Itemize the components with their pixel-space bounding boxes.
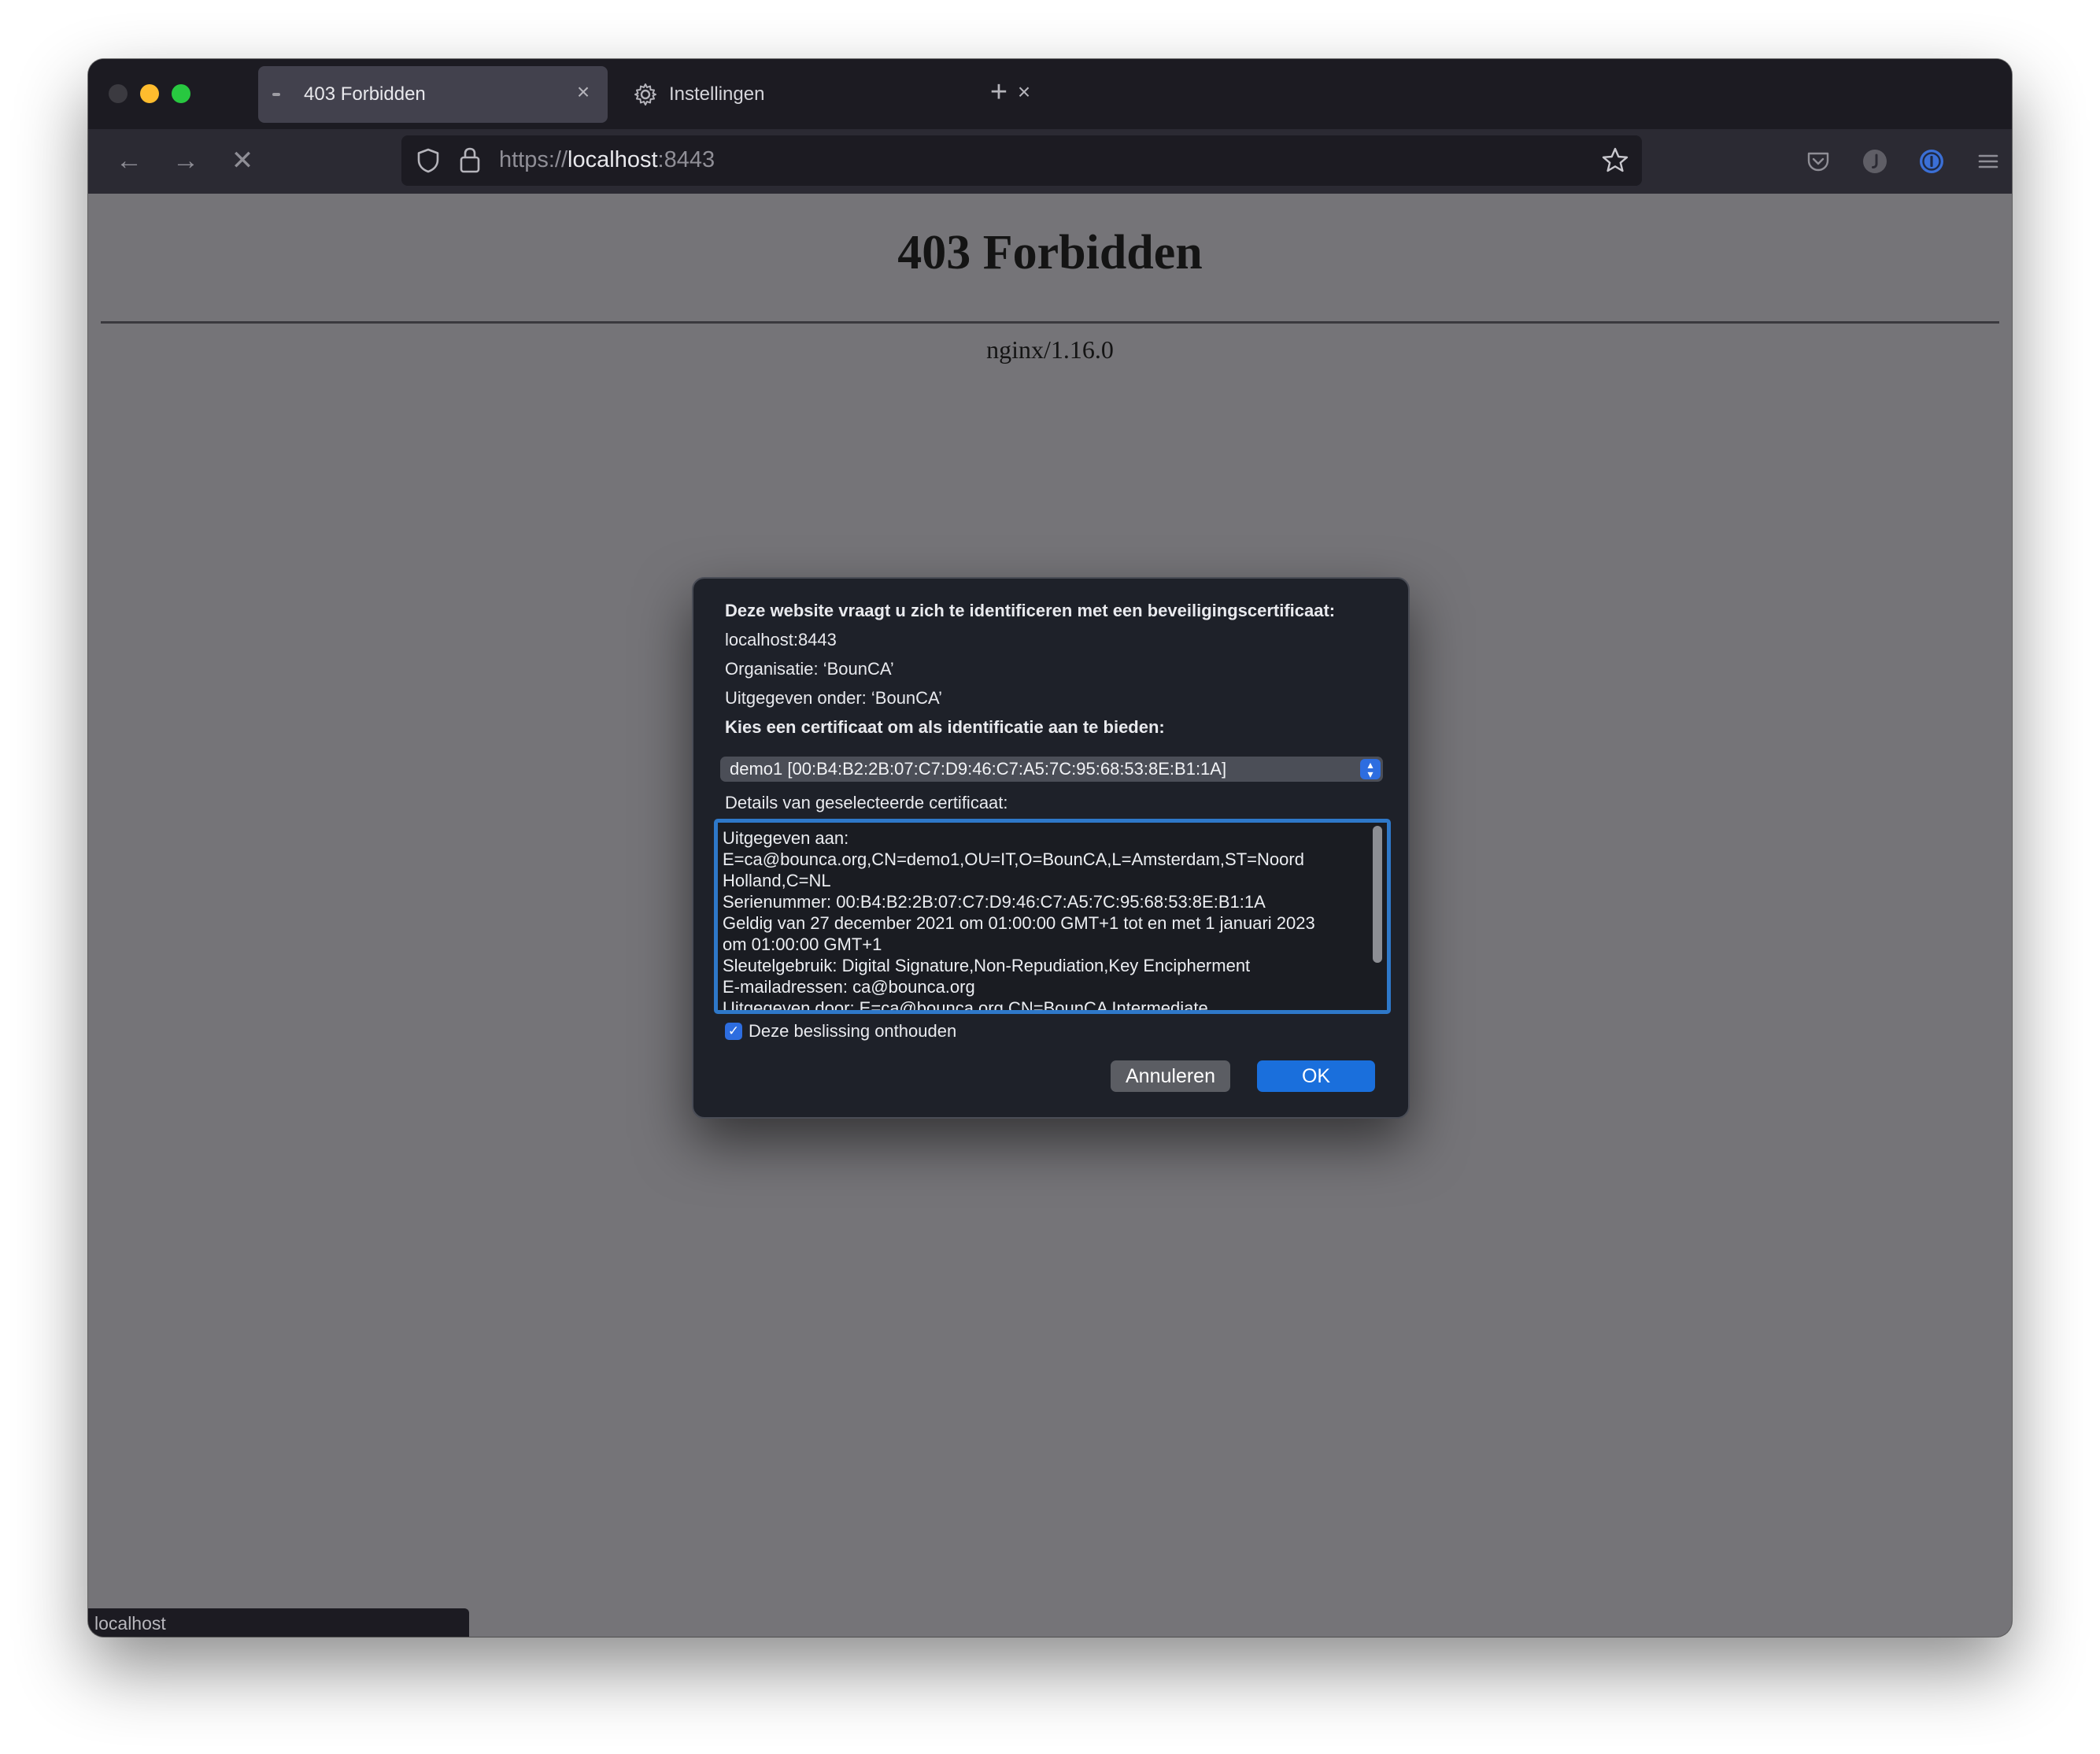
url-scheme: https:// <box>499 147 568 172</box>
window-minimize-button[interactable] <box>140 84 159 103</box>
pocket-icon[interactable] <box>1802 146 1834 177</box>
new-tab-button[interactable]: + <box>983 76 1015 108</box>
dialog-issued-under: Uitgegeven onder: ‘BounCA’ <box>725 688 942 708</box>
chevron-up-down-icon: ▴ ▾ <box>1360 759 1381 779</box>
url-bar[interactable]: https://localhost:8443 <box>401 135 1642 186</box>
loading-icon <box>272 93 280 96</box>
gear-icon <box>634 83 656 105</box>
close-icon[interactable]: × <box>571 80 595 104</box>
details-scrollbar[interactable] <box>1373 826 1382 963</box>
certificate-details-box[interactable]: Uitgegeven aan: E=ca@bounca.org,CN=demo1… <box>714 819 1391 1014</box>
remember-checkbox[interactable]: ✓ <box>725 1023 742 1040</box>
back-arrow-icon[interactable]: ← <box>113 145 145 176</box>
certificate-details-text: Uitgegeven aan: E=ca@bounca.org,CN=demo1… <box>723 828 1315 1014</box>
close-icon[interactable]: × <box>1012 80 1036 104</box>
dialog-choose-label: Kies een certificaat om als identificati… <box>725 717 1165 737</box>
horizontal-rule <box>101 321 1999 324</box>
lock-icon[interactable] <box>457 145 483 175</box>
window-close-button[interactable] <box>109 84 128 103</box>
url-port: :8443 <box>657 147 715 172</box>
details-label: Details van geselecteerde certificaat: <box>725 793 1008 812</box>
tab-title: 403 Forbidden <box>304 83 426 105</box>
dialog-organization: Organisatie: ‘BounCA’ <box>725 659 894 679</box>
navigation-toolbar: ← → ✕ https://localhost:8443 <box>88 129 2012 194</box>
dialog-heading: Deze website vraagt u zich te identifice… <box>725 601 1336 620</box>
status-bar: localhost <box>88 1608 469 1637</box>
stop-loading-icon[interactable]: ✕ <box>227 145 258 176</box>
page-title: 403 Forbidden <box>897 226 1203 279</box>
account-icon[interactable] <box>1859 146 1891 177</box>
server-signature: nginx/1.16.0 <box>986 335 1114 364</box>
password-manager-icon[interactable] <box>1916 146 1947 177</box>
tab-bar: 403 Forbidden × Instellingen × + <box>88 59 2012 129</box>
menu-icon[interactable] <box>1972 146 2004 177</box>
url-text[interactable]: https://localhost:8443 <box>499 147 715 173</box>
ok-button[interactable]: OK <box>1257 1060 1375 1092</box>
dialog-host: localhost:8443 <box>725 630 837 649</box>
shield-icon[interactable] <box>414 146 442 175</box>
tab-title: Instellingen <box>669 83 765 105</box>
remember-label: Deze beslissing onthouden <box>749 1021 957 1041</box>
client-certificate-dialog: Deze website vraagt u zich te identifice… <box>692 577 1410 1119</box>
tab-403-forbidden[interactable]: 403 Forbidden × <box>258 66 608 123</box>
window-maximize-button[interactable] <box>172 84 190 103</box>
status-text: localhost <box>94 1613 166 1634</box>
cancel-button[interactable]: Annuleren <box>1111 1060 1230 1092</box>
certificate-select-value: demo1 [00:B4:B2:2B:07:C7:D9:46:C7:A5:7C:… <box>730 759 1227 779</box>
certificate-select[interactable]: demo1 [00:B4:B2:2B:07:C7:D9:46:C7:A5:7C:… <box>720 757 1383 782</box>
url-host: localhost <box>568 147 658 172</box>
forward-arrow-icon[interactable]: → <box>170 145 201 176</box>
star-bookmark-icon[interactable] <box>1599 145 1631 176</box>
